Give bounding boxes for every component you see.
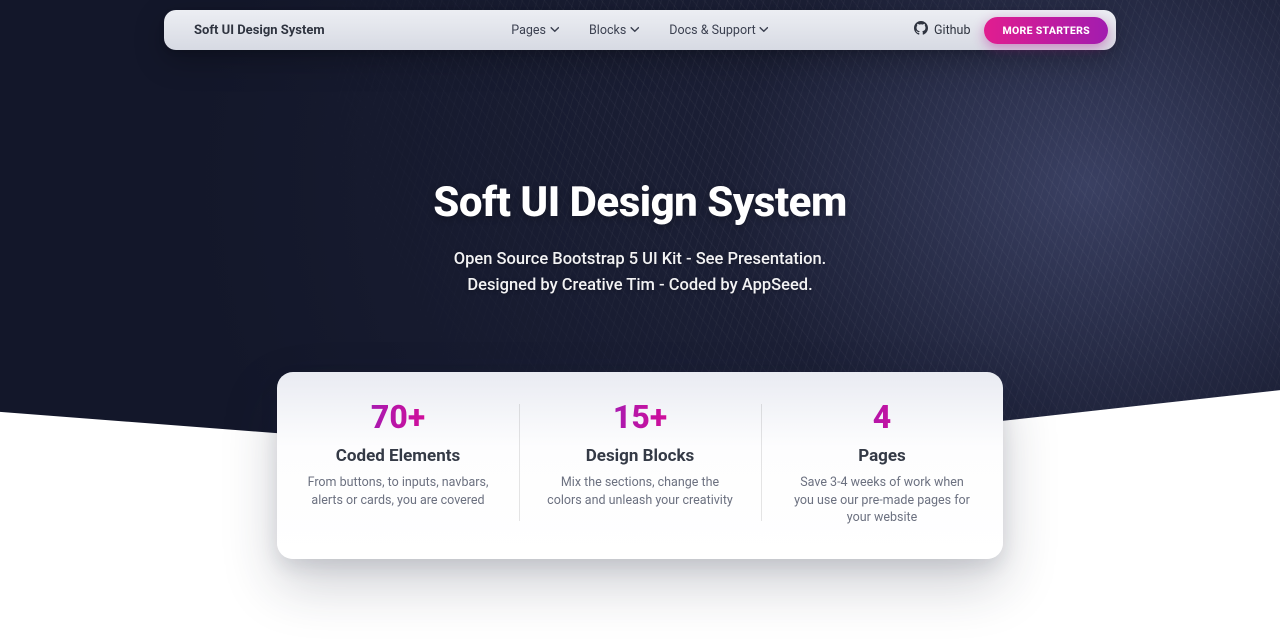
more-starters-button[interactable]: MORE STARTERS <box>984 17 1108 44</box>
stat-title: Pages <box>789 446 975 466</box>
nav-item-label: Docs & Support <box>669 23 755 38</box>
stat-coded-elements: 70+ Coded Elements From buttons, to inpu… <box>277 398 519 527</box>
nav-item-label: Pages <box>511 23 546 38</box>
stat-value: 15+ <box>547 398 733 436</box>
stat-value: 70+ <box>305 398 491 436</box>
hero-content: Soft UI Design System Open Source Bootst… <box>0 178 1280 300</box>
github-icon <box>914 21 928 39</box>
nav-right: Github MORE STARTERS <box>914 17 1108 44</box>
hero-subtitle-line: Open Source Bootstrap 5 UI Kit - See Pre… <box>0 247 1280 273</box>
stat-pages: 4 Pages Save 3-4 weeks of work when you … <box>761 398 1003 527</box>
stat-title: Coded Elements <box>305 446 491 466</box>
stat-desc: Mix the sections, change the colors and … <box>547 474 733 509</box>
nav-center: Pages Blocks Docs & Support <box>511 23 768 38</box>
stat-desc: From buttons, to inputs, navbars, alerts… <box>305 474 491 509</box>
hero-subtitle: Open Source Bootstrap 5 UI Kit - See Pre… <box>0 247 1280 300</box>
brand-link[interactable]: Soft UI Design System <box>194 23 325 38</box>
hero-subtitle-line: Designed by Creative Tim - Coded by AppS… <box>0 273 1280 299</box>
chevron-down-icon <box>630 23 639 38</box>
stat-desc: Save 3-4 weeks of work when you use our … <box>789 474 975 527</box>
navbar: Soft UI Design System Pages Blocks Docs … <box>164 10 1116 50</box>
nav-item-pages[interactable]: Pages <box>511 23 559 38</box>
hero-title: Soft UI Design System <box>0 178 1280 227</box>
chevron-down-icon <box>760 23 769 38</box>
stat-design-blocks: 15+ Design Blocks Mix the sections, chan… <box>519 398 761 527</box>
chevron-down-icon <box>550 23 559 38</box>
nav-item-docs-support[interactable]: Docs & Support <box>669 23 768 38</box>
stat-value: 4 <box>789 398 975 436</box>
github-label: Github <box>934 23 970 38</box>
nav-item-blocks[interactable]: Blocks <box>589 23 639 38</box>
stats-card: 70+ Coded Elements From buttons, to inpu… <box>277 372 1003 559</box>
stat-title: Design Blocks <box>547 446 733 466</box>
github-link[interactable]: Github <box>914 21 970 39</box>
nav-item-label: Blocks <box>589 23 626 38</box>
